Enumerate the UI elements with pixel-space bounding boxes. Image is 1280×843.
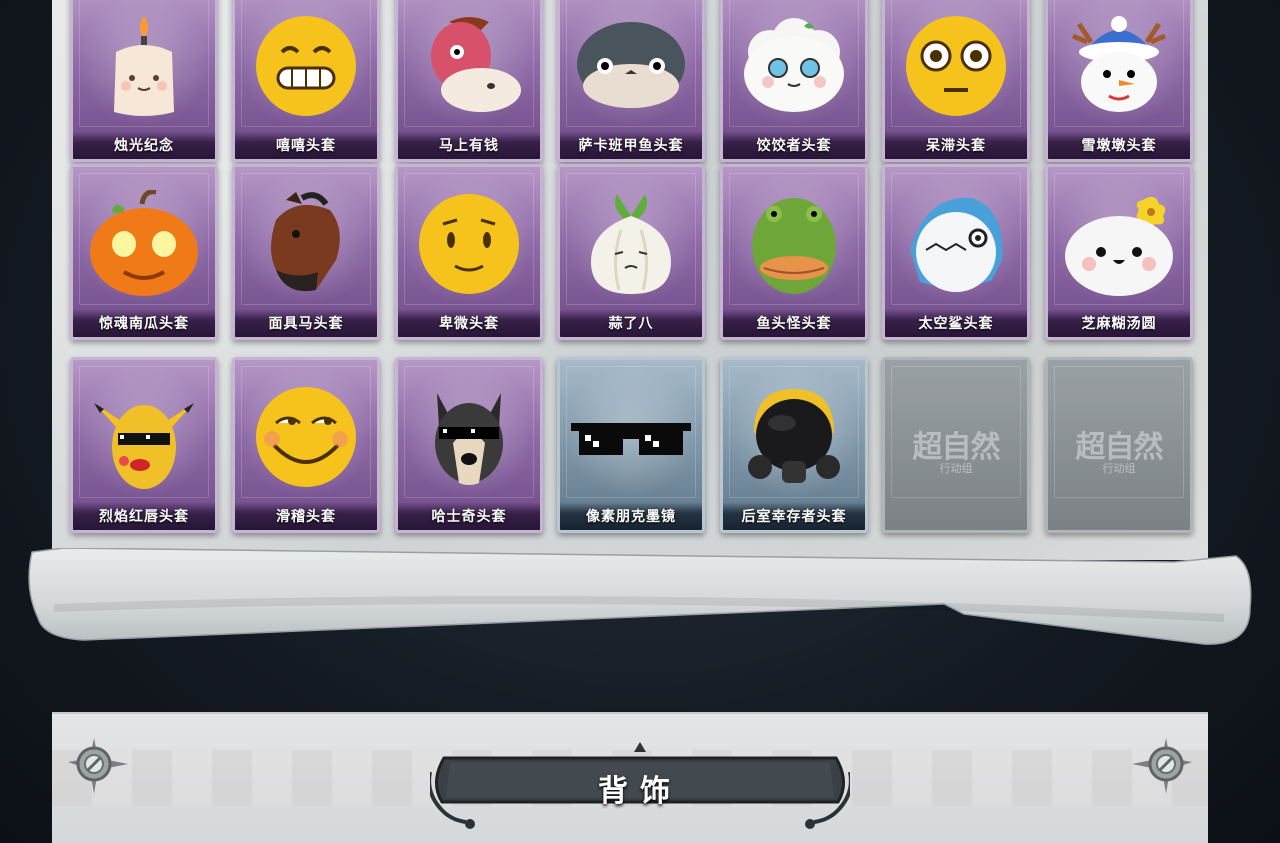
horse-mask-icon [246, 190, 366, 300]
stare-emoji-icon [896, 12, 1016, 122]
item-label: 萨卡班甲鱼头套 [560, 131, 702, 159]
section-title: 背饰 [598, 774, 682, 809]
locked-item-card[interactable]: 超自然 行动组 [882, 357, 1030, 533]
item-label: 嘻嘻头套 [235, 131, 377, 159]
grin-emoji-icon [246, 12, 366, 122]
item-card[interactable]: 滑稽头套 [232, 357, 380, 533]
item-card[interactable]: 像素朋克墨镜 [557, 357, 705, 533]
item-card[interactable]: 嘻嘻头套 [232, 0, 380, 162]
item-card[interactable]: 卑微头套 [395, 164, 543, 340]
item-label: 滑稽头套 [235, 502, 377, 530]
item-label: 马上有钱 [398, 131, 540, 159]
fish-head-icon [571, 12, 691, 122]
item-label: 雪墩墩头套 [1048, 131, 1190, 159]
item-label: 太空鲨头套 [885, 309, 1027, 337]
pink-horse-icon [409, 12, 529, 122]
item-card[interactable]: 马上有钱 [395, 0, 543, 162]
placeholder-logo-sub: 行动组 [1102, 462, 1136, 475]
gas-mask-helmet-icon [734, 383, 854, 493]
item-label: 后室幸存者头套 [723, 502, 865, 530]
husky-head-icon [409, 383, 529, 493]
dumpling-head-icon [734, 12, 854, 122]
item-card[interactable]: 鱼头怪头套 [720, 164, 868, 340]
item-label: 像素朋克墨镜 [560, 502, 702, 530]
placeholder-logo-sub: 行动组 [939, 462, 973, 475]
item-label: 鱼头怪头套 [723, 309, 865, 337]
item-label: 芝麻糊汤圆 [1048, 309, 1190, 337]
humble-emoji-icon [409, 190, 529, 300]
item-label: 惊魂南瓜头套 [73, 309, 215, 337]
candle-head-icon [84, 12, 204, 122]
item-card[interactable]: 萨卡班甲鱼头套 [557, 0, 705, 162]
item-card[interactable]: 烈焰红唇头套 [70, 357, 218, 533]
pumpkin-head-icon [84, 189, 204, 300]
item-card[interactable]: 面具马头套 [232, 164, 380, 340]
item-card[interactable]: 哈士奇头套 [395, 357, 543, 533]
compass-ornament-icon [1132, 738, 1192, 794]
locked-item-card[interactable]: 超自然 行动组 [1045, 357, 1193, 533]
item-label: 呆滞头套 [885, 131, 1027, 159]
shark-head-icon [896, 190, 1016, 300]
item-label: 饺饺者头套 [723, 131, 865, 159]
costume-gallery-page: 烛光纪念 嘻嘻头套 马上有钱 萨卡班甲鱼头套 饺饺者头套 呆滞头套 雪墩墩头套惊魂南瓜头套面… [0, 0, 1280, 843]
item-card[interactable]: 惊魂南瓜头套 [70, 164, 218, 340]
item-card[interactable]: 蒜了八 [557, 164, 705, 340]
item-label: 面具马头套 [235, 309, 377, 337]
item-label: 卑微头套 [398, 309, 540, 337]
item-card[interactable]: 太空鲨头套 [882, 164, 1030, 340]
scroll-banner [28, 548, 1252, 645]
item-label: 烈焰红唇头套 [73, 502, 215, 530]
funny-emoji-icon [246, 383, 366, 493]
item-card[interactable]: 后室幸存者头套 [720, 357, 868, 533]
item-label: 蒜了八 [560, 309, 702, 337]
item-label: 烛光纪念 [73, 131, 215, 159]
compass-ornament-icon [68, 738, 128, 794]
item-card[interactable]: 饺饺者头套 [720, 0, 868, 162]
item-label: 哈士奇头套 [398, 502, 540, 530]
tangyuan-head-icon [1059, 190, 1179, 300]
fishman-head-icon [734, 190, 854, 300]
pixel-sunglasses-icon [571, 383, 691, 493]
garlic-head-icon [571, 190, 691, 300]
item-card[interactable]: 芝麻糊汤圆 [1045, 164, 1193, 340]
snowman-head-icon [1059, 12, 1179, 122]
item-card[interactable]: 雪墩墩头套 [1045, 0, 1193, 162]
item-card[interactable]: 呆滞头套 [882, 0, 1030, 162]
yellow-mouse-head-icon [84, 383, 204, 493]
item-card[interactable]: 烛光纪念 [70, 0, 218, 162]
